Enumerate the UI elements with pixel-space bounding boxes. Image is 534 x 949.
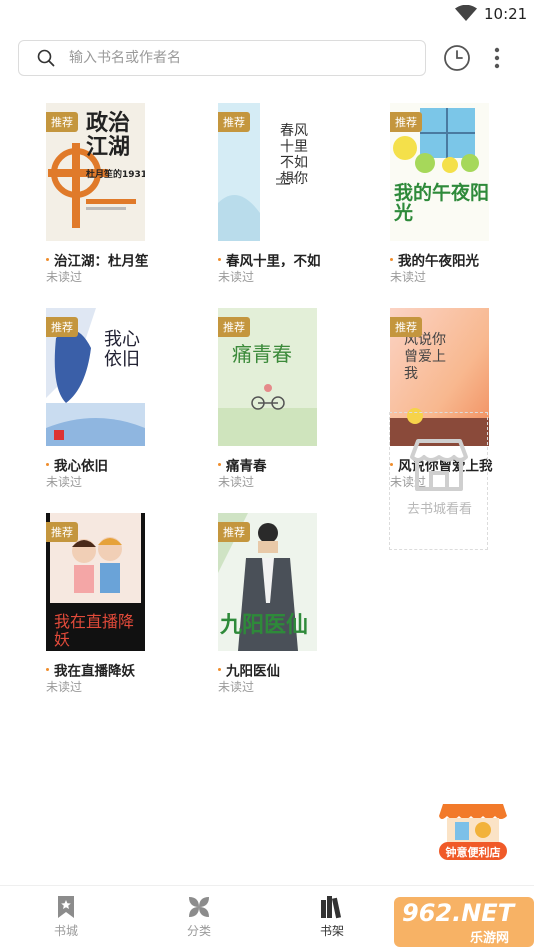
goto-store-card[interactable]: 去书城看看 xyxy=(389,412,488,550)
recommend-badge: 推荐 xyxy=(46,522,78,542)
book-cover[interactable]: 我的午夜阳光 推荐 xyxy=(390,103,489,241)
status-bar: 10:21 xyxy=(0,0,534,28)
search-box[interactable] xyxy=(18,40,426,76)
dot-icon xyxy=(390,258,393,261)
book-status: 未读过 xyxy=(46,475,83,489)
promo-label: 钟意便利店 xyxy=(445,846,501,859)
store-label: 去书城看看 xyxy=(406,502,472,517)
book-cover[interactable]: 春风十里不如想你 推荐 xyxy=(218,103,317,241)
recommend-badge: 推荐 xyxy=(218,522,250,542)
cover-title: 风说你曾爱上我 xyxy=(404,332,446,382)
book-title: 我在直播降妖 xyxy=(54,663,135,678)
recommend-badge: 推荐 xyxy=(390,317,422,337)
book-title: 春风十里，不如 xyxy=(226,253,321,268)
cover-title: 政治江湖 xyxy=(86,110,131,160)
tab-bookshelf[interactable]: 书架 xyxy=(297,894,367,939)
category-icon xyxy=(189,897,209,917)
cover-title: 我心依旧 xyxy=(104,329,140,370)
book-status: 未读过 xyxy=(218,475,255,489)
recommend-badge: 推荐 xyxy=(46,112,78,132)
tab-label: 分类 xyxy=(186,924,211,938)
watermark-sub: 乐游网 xyxy=(470,931,510,946)
search-input[interactable] xyxy=(69,46,409,70)
dot-icon xyxy=(218,258,221,261)
book-title: 九阳医仙 xyxy=(226,663,280,678)
book-title: 我的午夜阳光 xyxy=(398,253,479,268)
watermark-text: 962.NET xyxy=(402,899,515,927)
more-vertical-icon[interactable] xyxy=(487,44,507,72)
status-time: 10:21 xyxy=(484,5,528,23)
bookmark-icon xyxy=(58,896,74,918)
recommend-badge: 推荐 xyxy=(46,317,78,337)
site-watermark: 962.NET 乐游网 xyxy=(394,893,534,947)
tab-label: 书架 xyxy=(319,924,344,938)
bookshelf-icon xyxy=(321,896,342,919)
dot-icon xyxy=(46,463,49,466)
book-title: 我心依旧 xyxy=(54,458,108,473)
wifi-icon xyxy=(455,5,477,21)
promo-badge[interactable]: 钟意便利店 xyxy=(437,800,509,862)
cover-subtitle: 杜月笙的1931 xyxy=(86,170,145,180)
book-status: 未读过 xyxy=(218,270,255,284)
cover-title: 痛青春 xyxy=(232,342,292,366)
tab-category[interactable]: 分类 xyxy=(164,894,234,939)
book-title: 痛青春 xyxy=(226,458,267,473)
cover-title: 我的午夜阳光 xyxy=(394,182,489,224)
book-status: 未读过 xyxy=(46,270,83,284)
tab-bookstore[interactable]: 书城 xyxy=(31,894,101,939)
tab-label: 书城 xyxy=(53,924,78,938)
dot-icon xyxy=(218,668,221,671)
book-title: 治江湖：杜月笙 xyxy=(54,253,149,268)
search-icon xyxy=(37,49,55,67)
recommend-badge: 推荐 xyxy=(390,112,422,132)
recommend-badge: 推荐 xyxy=(218,112,250,132)
book-status: 未读过 xyxy=(46,680,83,694)
book-status: 未读过 xyxy=(390,270,427,284)
book-cover[interactable]: 政治江湖 杜月笙的1931 推荐 xyxy=(46,103,145,241)
recommend-badge: 推荐 xyxy=(218,317,250,337)
cover-title: 春风十里不如想你 xyxy=(280,123,308,187)
dot-icon xyxy=(46,258,49,261)
clock-icon[interactable] xyxy=(443,44,471,72)
store-icon xyxy=(410,439,468,491)
book-cover[interactable]: 我在直播降妖 推荐 xyxy=(46,513,145,651)
book-cover[interactable]: 九阳医仙 推荐 xyxy=(218,513,317,651)
book-cover[interactable]: 我心依旧 推荐 xyxy=(46,308,145,446)
cover-title: 我在直播降妖 xyxy=(54,612,135,649)
cover-title: 九阳医仙 xyxy=(220,612,309,638)
book-cover[interactable]: 痛青春 推荐 xyxy=(218,308,317,446)
dot-icon xyxy=(46,668,49,671)
book-status: 未读过 xyxy=(218,680,255,694)
dot-icon xyxy=(218,463,221,466)
